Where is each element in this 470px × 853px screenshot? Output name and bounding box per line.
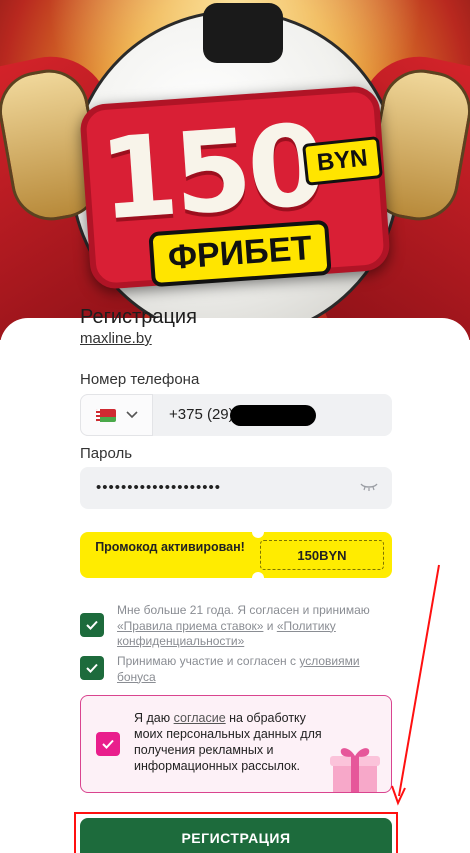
bonus-checkbox[interactable] (80, 656, 104, 680)
marketing-consent-box: Я даю согласие на обработку моих персона… (80, 695, 392, 793)
register-button[interactable]: РЕГИСТРАЦИЯ (80, 818, 392, 853)
promo-banner: 150 BYN ФРИБЕТ (0, 0, 470, 340)
redacted-number (230, 405, 316, 426)
gift-box-icon (330, 748, 380, 792)
ticket-notch (252, 526, 264, 538)
check-icon (86, 620, 98, 630)
age-consent-text: Мне больше 21 года. Я согласен и принима… (117, 603, 382, 650)
belarus-flag-icon (95, 408, 116, 422)
password-label: Пароль (80, 445, 133, 462)
check-icon (102, 739, 114, 749)
and-text: и (266, 618, 274, 633)
password-field[interactable]: •••••••••••••••••••• (80, 467, 392, 509)
ball-panel (203, 3, 283, 63)
phone-input[interactable]: +375 (29) (169, 406, 234, 423)
bonus-text: Принимаю участие и согласен с (117, 654, 296, 668)
bonus-currency: BYN (302, 136, 383, 186)
phone-label: Номер телефона (80, 371, 200, 388)
age-text: Мне больше 21 года. Я согласен и принима… (117, 603, 370, 617)
consent-prefix: Я даю (134, 711, 171, 725)
password-input[interactable]: •••••••••••••••••••• (96, 479, 221, 496)
ticket-notch (252, 572, 264, 584)
consent-link[interactable]: согласие (174, 711, 226, 725)
check-icon (86, 663, 98, 673)
site-link[interactable]: maxline.by (80, 330, 152, 347)
age-checkbox[interactable] (80, 613, 104, 637)
promo-status: Промокод активирован! (95, 540, 245, 554)
bonus-consent-text: Принимаю участие и согласен с условиями … (117, 654, 382, 685)
marketing-checkbox[interactable] (96, 732, 120, 756)
rules-link[interactable]: «Правила приема ставок» (117, 619, 263, 633)
eye-closed-icon[interactable] (360, 481, 378, 493)
promo-code-value[interactable]: 150BYN (260, 540, 384, 570)
promo-code-banner: Промокод активирован! 150BYN (80, 526, 392, 584)
country-selector[interactable] (80, 394, 153, 436)
phone-field[interactable]: +375 (29) (80, 394, 392, 436)
marketing-consent-text: Я даю согласие на обработку моих персона… (134, 710, 324, 774)
chevron-down-icon (125, 408, 138, 422)
page-title: Регистрация (80, 306, 197, 328)
